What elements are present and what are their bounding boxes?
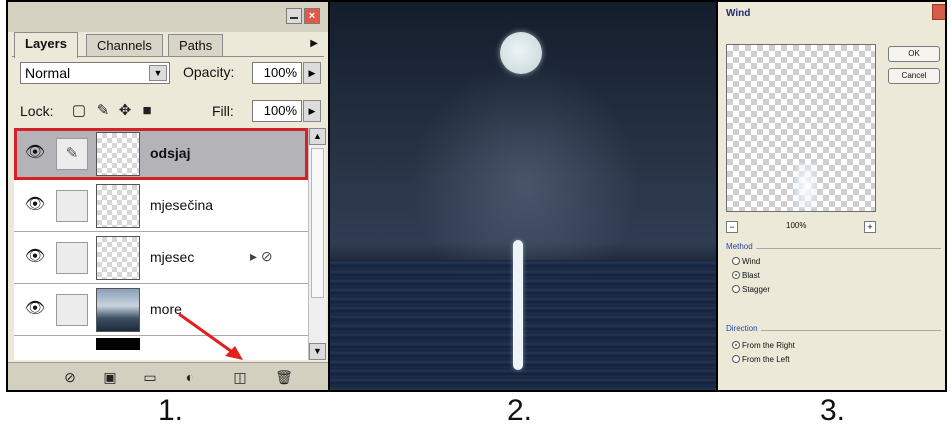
direction-left-radio[interactable]: From the Left xyxy=(732,355,790,364)
brush-icon[interactable]: ✎ xyxy=(56,138,88,170)
method-wind-radio[interactable]: Wind xyxy=(732,257,760,266)
wind-dialog: Wind OK Cancel − 100% + Method Wind Blas… xyxy=(718,2,945,390)
zoom-out-icon[interactable]: − xyxy=(726,221,738,233)
eye-icon[interactable]: 👁 xyxy=(24,300,46,318)
caption-3: 3. xyxy=(820,394,846,427)
layers-toolbar: ⊘ ▣ ▭ ◐ ◫ 🗑 xyxy=(8,362,328,390)
layers-panel: × Layers Channels Paths ▶ Normal ▼ Opaci… xyxy=(8,2,328,390)
link-cell[interactable] xyxy=(56,294,88,326)
minimize-button[interactable] xyxy=(286,8,302,24)
method-group: Method Wind Blast Stagger xyxy=(726,242,941,309)
caption-1: 1. xyxy=(158,394,184,427)
preview-wisp xyxy=(795,163,817,209)
zoom-value: 100% xyxy=(786,221,807,230)
cancel-button[interactable]: Cancel xyxy=(888,68,940,84)
dialog-title: Wind xyxy=(726,8,751,19)
layers-list: 👁 ✎ odsjaj 👁 mjesečina 👁 mjesec ▸ ⊘ 👁 mo… xyxy=(14,128,308,360)
layer-row-mjesecina[interactable]: 👁 mjesečina xyxy=(14,180,308,232)
layer-thumbnail xyxy=(96,236,140,280)
direction-label: Direction xyxy=(726,324,761,333)
eye-icon[interactable]: 👁 xyxy=(24,196,46,214)
sea-water xyxy=(330,260,716,390)
panel-tabs: Layers Channels Paths ▶ xyxy=(12,32,324,58)
scroll-down-icon[interactable]: ▼ xyxy=(309,343,326,360)
opacity-label: Opacity: xyxy=(183,64,235,80)
moon-scene-canvas xyxy=(330,2,716,390)
blend-mode-value: Normal xyxy=(25,65,71,81)
layer-name: mjesec xyxy=(150,249,195,265)
scroll-thumb[interactable] xyxy=(311,148,324,298)
layer-name: mjesečina xyxy=(150,197,214,213)
fill-label: Fill: xyxy=(212,103,234,119)
panel-menu-icon[interactable]: ▶ xyxy=(310,38,318,49)
lock-paint-brush-icon[interactable]: ✎ xyxy=(94,102,112,120)
tab-channels[interactable]: Channels xyxy=(86,34,163,56)
blend-row: Normal ▼ Opacity: 100% ▶ xyxy=(8,62,328,88)
red-arrow-annotation xyxy=(178,312,243,360)
moon xyxy=(500,32,542,74)
close-button[interactable]: × xyxy=(304,8,320,24)
lock-all-icon[interactable]: ■ xyxy=(138,102,156,120)
tab-paths[interactable]: Paths xyxy=(168,34,224,56)
scroll-up-icon[interactable]: ▲ xyxy=(309,128,326,145)
lock-position-icon[interactable]: ✥ xyxy=(116,102,134,120)
eye-icon[interactable]: 👁 xyxy=(24,144,46,162)
blend-mode-select[interactable]: Normal ▼ xyxy=(20,62,170,84)
link-cell[interactable] xyxy=(56,242,88,274)
layer-row-odsjaj[interactable]: 👁 ✎ odsjaj xyxy=(14,128,308,180)
method-blast-radio[interactable]: Blast xyxy=(732,271,760,280)
zoom-bar: − 100% + xyxy=(726,220,876,234)
layers-scrollbar[interactable]: ▲ ▼ xyxy=(308,128,326,360)
direction-group: Direction From the Right From the Left xyxy=(726,324,941,375)
fill-input[interactable]: 100% xyxy=(252,100,302,122)
moon-reflection xyxy=(513,240,523,370)
eye-icon[interactable]: 👁 xyxy=(24,248,46,266)
method-label: Method xyxy=(726,242,756,251)
link-layers-icon[interactable]: ⊘ xyxy=(60,368,80,386)
zoom-in-icon[interactable]: + xyxy=(864,221,876,233)
ok-button[interactable]: OK xyxy=(888,46,940,62)
trash-icon[interactable]: 🗑 xyxy=(274,368,294,386)
lock-row: Lock: ▢ ✎ ✥ ■ Fill: 100% ▶ xyxy=(8,100,328,126)
layer-name: odsjaj xyxy=(150,145,191,161)
tab-layers[interactable]: Layers xyxy=(14,32,78,58)
layer-thumbnail xyxy=(96,184,140,228)
chevron-down-icon[interactable]: ▼ xyxy=(149,65,167,81)
caption-2: 2. xyxy=(507,394,533,427)
layer-thumbnail xyxy=(96,132,140,176)
panel-titlebar: × xyxy=(8,2,328,32)
filter-preview[interactable] xyxy=(726,44,876,212)
layer-style-icon[interactable]: ▣ xyxy=(100,368,120,386)
lock-transparency-icon[interactable]: ▢ xyxy=(70,102,88,120)
layer-mask-icon[interactable]: ▭ xyxy=(140,368,160,386)
dialog-close-button[interactable] xyxy=(932,4,945,20)
layer-thumbnail xyxy=(96,338,140,350)
link-cell[interactable] xyxy=(56,190,88,222)
fill-slider-button[interactable]: ▶ xyxy=(303,100,321,122)
layer-row-partial[interactable] xyxy=(14,336,308,360)
layer-effects-icon[interactable]: ▸ ⊘ xyxy=(250,248,273,265)
layer-thumbnail xyxy=(96,288,140,332)
opacity-slider-button[interactable]: ▶ xyxy=(303,62,321,84)
opacity-input[interactable]: 100% xyxy=(252,62,302,84)
direction-right-radio[interactable]: From the Right xyxy=(732,341,795,350)
lock-label: Lock: xyxy=(20,103,54,119)
method-stagger-radio[interactable]: Stagger xyxy=(732,285,770,294)
layer-row-more[interactable]: 👁 more xyxy=(14,284,308,336)
layer-row-mjesec[interactable]: 👁 mjesec ▸ ⊘ xyxy=(14,232,308,284)
